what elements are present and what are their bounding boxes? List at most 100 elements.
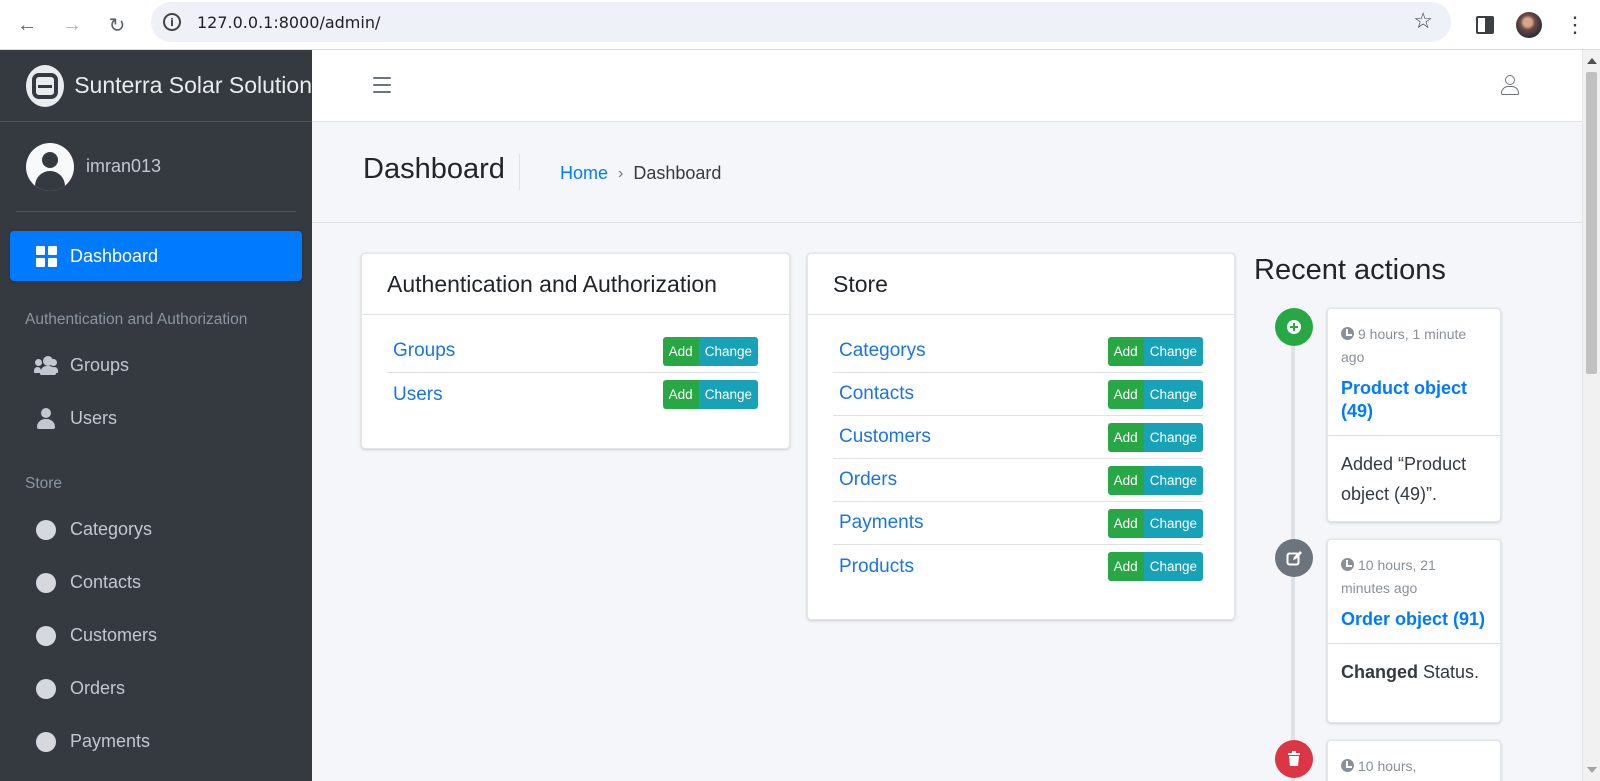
model-row-users: Users Add Change xyxy=(387,373,758,416)
model-link-products[interactable]: Products xyxy=(839,556,914,578)
circle-icon xyxy=(34,731,58,752)
sidebar-item-label: Contacts xyxy=(70,572,142,592)
sidebar-item-users[interactable]: Users xyxy=(0,392,312,445)
address-bar[interactable]: i 127.0.0.1:8000/admin/ ☆ xyxy=(151,2,1451,42)
sidebar-item-label: Orders xyxy=(70,678,126,698)
recent-action-item: 10 hours, 21 minutes ago Order object (9… xyxy=(1327,539,1501,723)
model-actions: Add Change xyxy=(1107,508,1203,538)
sidebar-section-header: Authentication and Authorization xyxy=(25,311,248,328)
change-users-button[interactable]: Change xyxy=(698,380,758,409)
user-panel: imran013 xyxy=(16,122,296,212)
model-link-customers[interactable]: Customers xyxy=(839,426,931,448)
sidebar-item-label: Groups xyxy=(70,355,130,375)
model-link-payments[interactable]: Payments xyxy=(839,512,923,534)
circle-icon xyxy=(34,678,58,699)
add-contacts-button[interactable]: Add xyxy=(1107,379,1144,409)
circle-icon xyxy=(34,572,58,593)
scrollbar-thumb[interactable] xyxy=(1586,72,1597,374)
bookmark-star-icon[interactable]: ☆ xyxy=(1413,8,1433,34)
recent-action-time: 10 hours, 21 minutes ago xyxy=(1341,557,1436,596)
change-contacts-button[interactable]: Change xyxy=(1143,379,1203,409)
sidebar-username[interactable]: imran013 xyxy=(86,156,161,177)
change-groups-button[interactable]: Change xyxy=(698,336,758,366)
site-info-icon[interactable]: i xyxy=(163,13,181,31)
model-link-categorys[interactable]: Categorys xyxy=(839,340,926,362)
add-groups-button[interactable]: Add xyxy=(662,336,699,366)
app-card-store: Store Categorys Add Change Contacts Add … xyxy=(807,253,1235,620)
add-orders-button[interactable]: Add xyxy=(1107,465,1144,495)
forward-arrow-icon[interactable]: → xyxy=(54,7,90,43)
breadcrumb-separator: › xyxy=(618,164,624,182)
add-users-button[interactable]: Add xyxy=(662,380,699,409)
model-actions: Add Change xyxy=(662,336,758,366)
breadcrumb-home-link[interactable]: Home xyxy=(560,163,608,184)
model-actions: Add Change xyxy=(1107,379,1203,409)
sidebar-item-label: Customers xyxy=(70,625,158,645)
user-icon xyxy=(34,407,58,430)
sidebar-item-categorys[interactable]: Categorys xyxy=(0,503,312,556)
page-scrollbar[interactable] xyxy=(1582,50,1600,781)
recent-action-time: 10 hours, xyxy=(1328,741,1500,778)
model-actions: Add Change xyxy=(1107,422,1203,452)
recent-action-time: 9 hours, 1 minute ago xyxy=(1341,326,1467,365)
model-link-groups[interactable]: Groups xyxy=(393,340,455,362)
clock-icon xyxy=(1341,327,1354,340)
scroll-up-arrow-icon[interactable] xyxy=(1587,58,1597,64)
scroll-down-arrow-icon[interactable] xyxy=(1587,767,1597,773)
sidebar-section-header: Store xyxy=(25,475,63,492)
browser-toolbar: ← → ↻ i 127.0.0.1:8000/admin/ ☆ ⋮ xyxy=(0,0,1600,50)
add-categorys-button[interactable]: Add xyxy=(1107,336,1144,366)
dashboard-grid-icon xyxy=(34,245,58,267)
trash-icon xyxy=(1275,740,1313,778)
model-actions: Add Change xyxy=(1107,552,1203,581)
model-link-orders[interactable]: Orders xyxy=(839,469,897,491)
change-customers-button[interactable]: Change xyxy=(1143,422,1203,452)
side-panel-icon[interactable] xyxy=(1468,8,1502,42)
sidebar-item-label: Dashboard xyxy=(70,245,159,266)
change-payments-button[interactable]: Change xyxy=(1143,508,1203,538)
model-link-users[interactable]: Users xyxy=(393,384,443,406)
model-link-contacts[interactable]: Contacts xyxy=(839,383,914,405)
brand-link[interactable]: Sunterra Solar Solution xyxy=(0,50,312,122)
url-text[interactable]: 127.0.0.1:8000/admin/ xyxy=(197,13,380,32)
hamburger-menu-icon[interactable] xyxy=(373,77,391,93)
sidebar-item-groups[interactable]: Groups xyxy=(0,339,312,392)
brand-name: Sunterra Solar Solution xyxy=(74,72,312,98)
model-row-orders: Orders Add Change xyxy=(833,459,1203,502)
sidebar-item-label: Payments xyxy=(70,731,151,751)
profile-avatar[interactable] xyxy=(1512,8,1546,42)
recent-actions-title: Recent actions xyxy=(1254,254,1446,286)
change-orders-button[interactable]: Change xyxy=(1143,465,1203,495)
clock-icon xyxy=(1341,759,1354,772)
plus-circle-icon xyxy=(1275,308,1313,346)
content-header: Dashboard Home › Dashboard xyxy=(312,123,1582,223)
change-categorys-button[interactable]: Change xyxy=(1143,336,1203,366)
recent-action-object-link[interactable]: Order object (91) xyxy=(1328,600,1500,644)
change-products-button[interactable]: Change xyxy=(1143,552,1203,581)
add-payments-button[interactable]: Add xyxy=(1107,508,1144,538)
recent-action-object-link[interactable]: Product object (49) xyxy=(1328,369,1500,436)
back-arrow-icon[interactable]: ← xyxy=(9,7,45,43)
sidebar-item-contacts[interactable]: Contacts xyxy=(0,556,312,609)
model-actions: Add Change xyxy=(1107,336,1203,366)
sidebar-item-customers[interactable]: Customers xyxy=(0,609,312,662)
browser-menu-icon[interactable]: ⋮ xyxy=(1558,8,1592,42)
model-actions: Add Change xyxy=(1107,465,1203,495)
brand-logo-icon xyxy=(26,64,65,107)
user-avatar-icon xyxy=(26,142,74,191)
model-row-payments: Payments Add Change xyxy=(833,502,1203,545)
sidebar-item-orders[interactable]: Orders xyxy=(0,662,312,715)
add-customers-button[interactable]: Add xyxy=(1107,422,1144,452)
app-card-body: Groups Add Change Users Add Change xyxy=(362,315,789,431)
recent-action-item: 10 hours, xyxy=(1327,740,1501,781)
model-row-products: Products Add Change xyxy=(833,545,1203,588)
sidebar-item-dashboard[interactable]: Dashboard xyxy=(10,231,302,281)
reload-icon[interactable]: ↻ xyxy=(99,7,135,43)
sidebar-item-label: Users xyxy=(70,408,118,428)
sidebar-item-payments[interactable]: Payments xyxy=(0,715,312,768)
title-divider xyxy=(519,154,520,190)
breadcrumb-current: Dashboard xyxy=(633,163,722,183)
model-row-contacts: Contacts Add Change xyxy=(833,373,1203,416)
add-products-button[interactable]: Add xyxy=(1107,552,1144,581)
user-menu-icon[interactable] xyxy=(1500,74,1520,96)
